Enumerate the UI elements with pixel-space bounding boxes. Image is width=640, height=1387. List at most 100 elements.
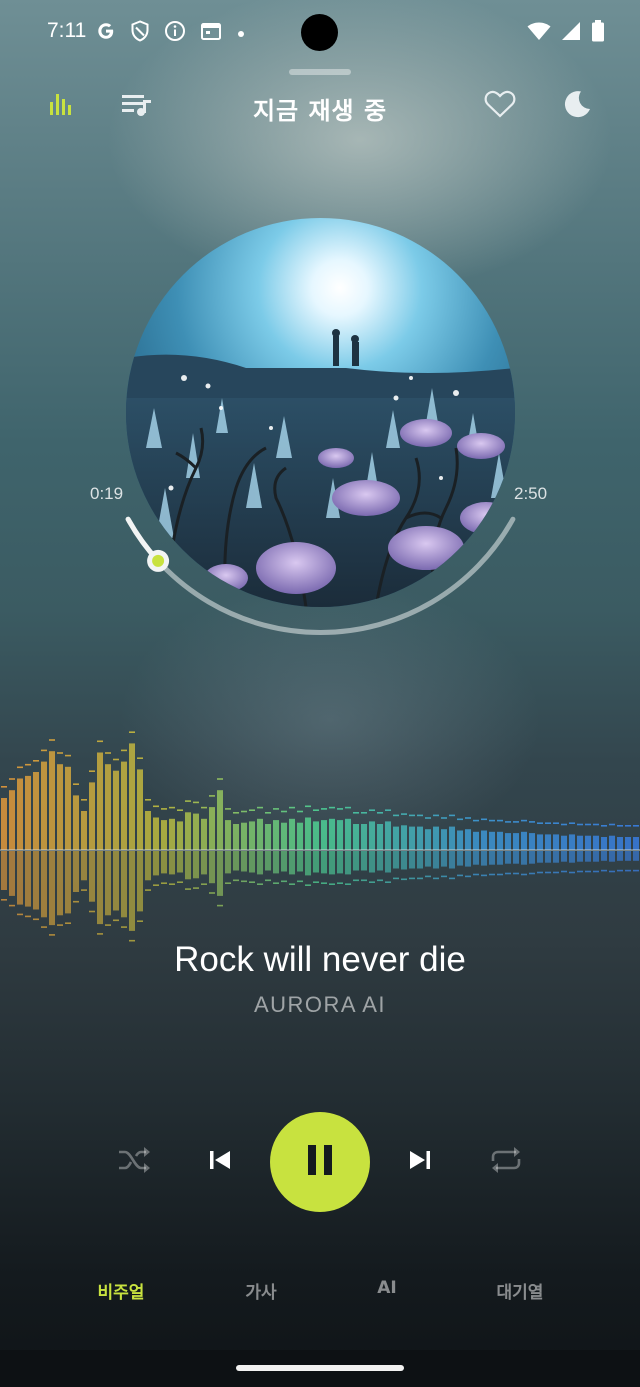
visualizer-bar <box>593 823 599 873</box>
repeat-button[interactable] <box>478 1134 534 1190</box>
play-pause-button[interactable] <box>270 1112 370 1212</box>
visualizer-bar <box>329 806 335 885</box>
visualizer-bar <box>545 822 551 874</box>
visualizer-bar <box>313 809 319 883</box>
visualizer-bar <box>289 806 295 885</box>
visualizer-bar <box>49 739 55 936</box>
visualizer-bar <box>609 823 615 873</box>
visualizer-bar <box>625 825 631 872</box>
visualizer-bar <box>1 786 7 901</box>
visualizer-bar <box>345 806 351 885</box>
visualizer-bar <box>529 821 535 875</box>
visualizer-bar <box>633 825 639 872</box>
visualizer-bar <box>449 814 455 880</box>
visualizer-bar <box>249 809 255 883</box>
visualizer-bar <box>361 812 367 882</box>
tab-visual[interactable]: 비주얼 <box>51 1278 191 1303</box>
skip-next-icon <box>408 1149 432 1175</box>
visualizer-bar <box>457 818 463 877</box>
visualizer-bar <box>497 819 503 876</box>
visualizer-bar <box>113 758 119 922</box>
visualizer-bar <box>233 812 239 882</box>
previous-button[interactable] <box>192 1134 248 1190</box>
bottom-tab-bar: 비주얼 가사 AI 대기열 <box>0 1278 640 1312</box>
visualizer-bar <box>393 814 399 880</box>
visualizer-bar <box>177 809 183 883</box>
seek-bar[interactable] <box>0 0 640 680</box>
shuffle-button[interactable] <box>106 1134 162 1190</box>
visualizer-bar <box>569 822 575 874</box>
shuffle-icon <box>117 1146 151 1178</box>
visualizer-bar <box>377 812 383 882</box>
visualizer-bar <box>521 819 527 876</box>
visualizer-bar <box>105 752 111 926</box>
visualizer-bar <box>337 808 343 884</box>
visualizer-bar <box>489 819 495 876</box>
visualizer-bar <box>9 778 15 907</box>
visualizer-bar <box>297 810 303 883</box>
visualizer-bar <box>601 825 607 872</box>
elapsed-time: 0:19 <box>90 484 124 503</box>
visualizer-bar <box>409 814 415 880</box>
visualizer-bar <box>617 825 623 872</box>
visualizer-bar <box>561 823 567 873</box>
visualizer-bar <box>17 766 23 916</box>
visualizer-bar <box>65 754 71 924</box>
visualizer-bar <box>121 749 127 928</box>
visualizer-bar <box>441 817 447 878</box>
visualizer-bar <box>273 808 279 884</box>
visualizer-bar <box>513 821 519 875</box>
visualizer-bar <box>201 806 207 885</box>
visualizer-bar <box>193 801 199 889</box>
track-artist: AURORA AI <box>253 992 387 1017</box>
visualizer-bar <box>153 805 159 886</box>
visualizer-bar <box>241 810 247 883</box>
visualizer-bar <box>217 778 223 907</box>
tab-ai[interactable]: AI <box>317 1278 457 1298</box>
visualizer-bar <box>353 812 359 882</box>
home-indicator[interactable] <box>236 1365 404 1371</box>
visualizer-bar <box>145 799 151 891</box>
visualizer-bar <box>465 817 471 878</box>
visualizer-bar <box>89 770 95 913</box>
visualizer-bar <box>417 814 423 880</box>
visualizer-bar <box>185 800 191 890</box>
visualizer-bar <box>33 760 39 921</box>
visualizer-bar <box>73 783 79 903</box>
visualizer-bar <box>97 740 103 935</box>
visualizer-bar <box>281 810 287 883</box>
visualizer-bar <box>577 823 583 873</box>
visualizer-bar <box>257 806 263 885</box>
pause-icon <box>306 1144 334 1180</box>
tab-queue[interactable]: 대기열 <box>450 1278 590 1303</box>
visualizer-bar <box>81 799 87 891</box>
visualizer-bar <box>41 749 47 928</box>
visualizer-bar <box>369 809 375 883</box>
visualizer-bar <box>209 795 215 894</box>
track-title: Rock will never die <box>174 940 466 979</box>
visualizer-bar <box>57 752 63 926</box>
visualizer-bar <box>225 808 231 884</box>
total-duration: 2:50 <box>514 484 548 503</box>
visualizer-bar <box>265 812 271 882</box>
visualizer-bar <box>553 822 559 874</box>
tab-lyrics[interactable]: 가사 <box>191 1278 331 1303</box>
repeat-icon <box>489 1145 523 1179</box>
visualizer-bar <box>305 805 311 886</box>
visualizer-bar <box>473 819 479 876</box>
skip-previous-icon <box>208 1149 232 1175</box>
visualizer-bar <box>169 806 175 885</box>
visualizer-bar <box>25 763 31 918</box>
visualizer-bar <box>425 817 431 878</box>
visualizer-bar <box>161 808 167 884</box>
visualizer-bar <box>481 818 487 877</box>
visualizer-bar <box>585 823 591 873</box>
visualizer-bar <box>505 821 511 875</box>
visualizer-bar <box>401 813 407 881</box>
visualizer-bar <box>321 808 327 884</box>
visualizer-bar <box>537 822 543 874</box>
next-button[interactable] <box>392 1134 448 1190</box>
visualizer-bar <box>129 731 135 942</box>
visualizer-bar <box>433 814 439 880</box>
visualizer-bar <box>137 757 143 922</box>
